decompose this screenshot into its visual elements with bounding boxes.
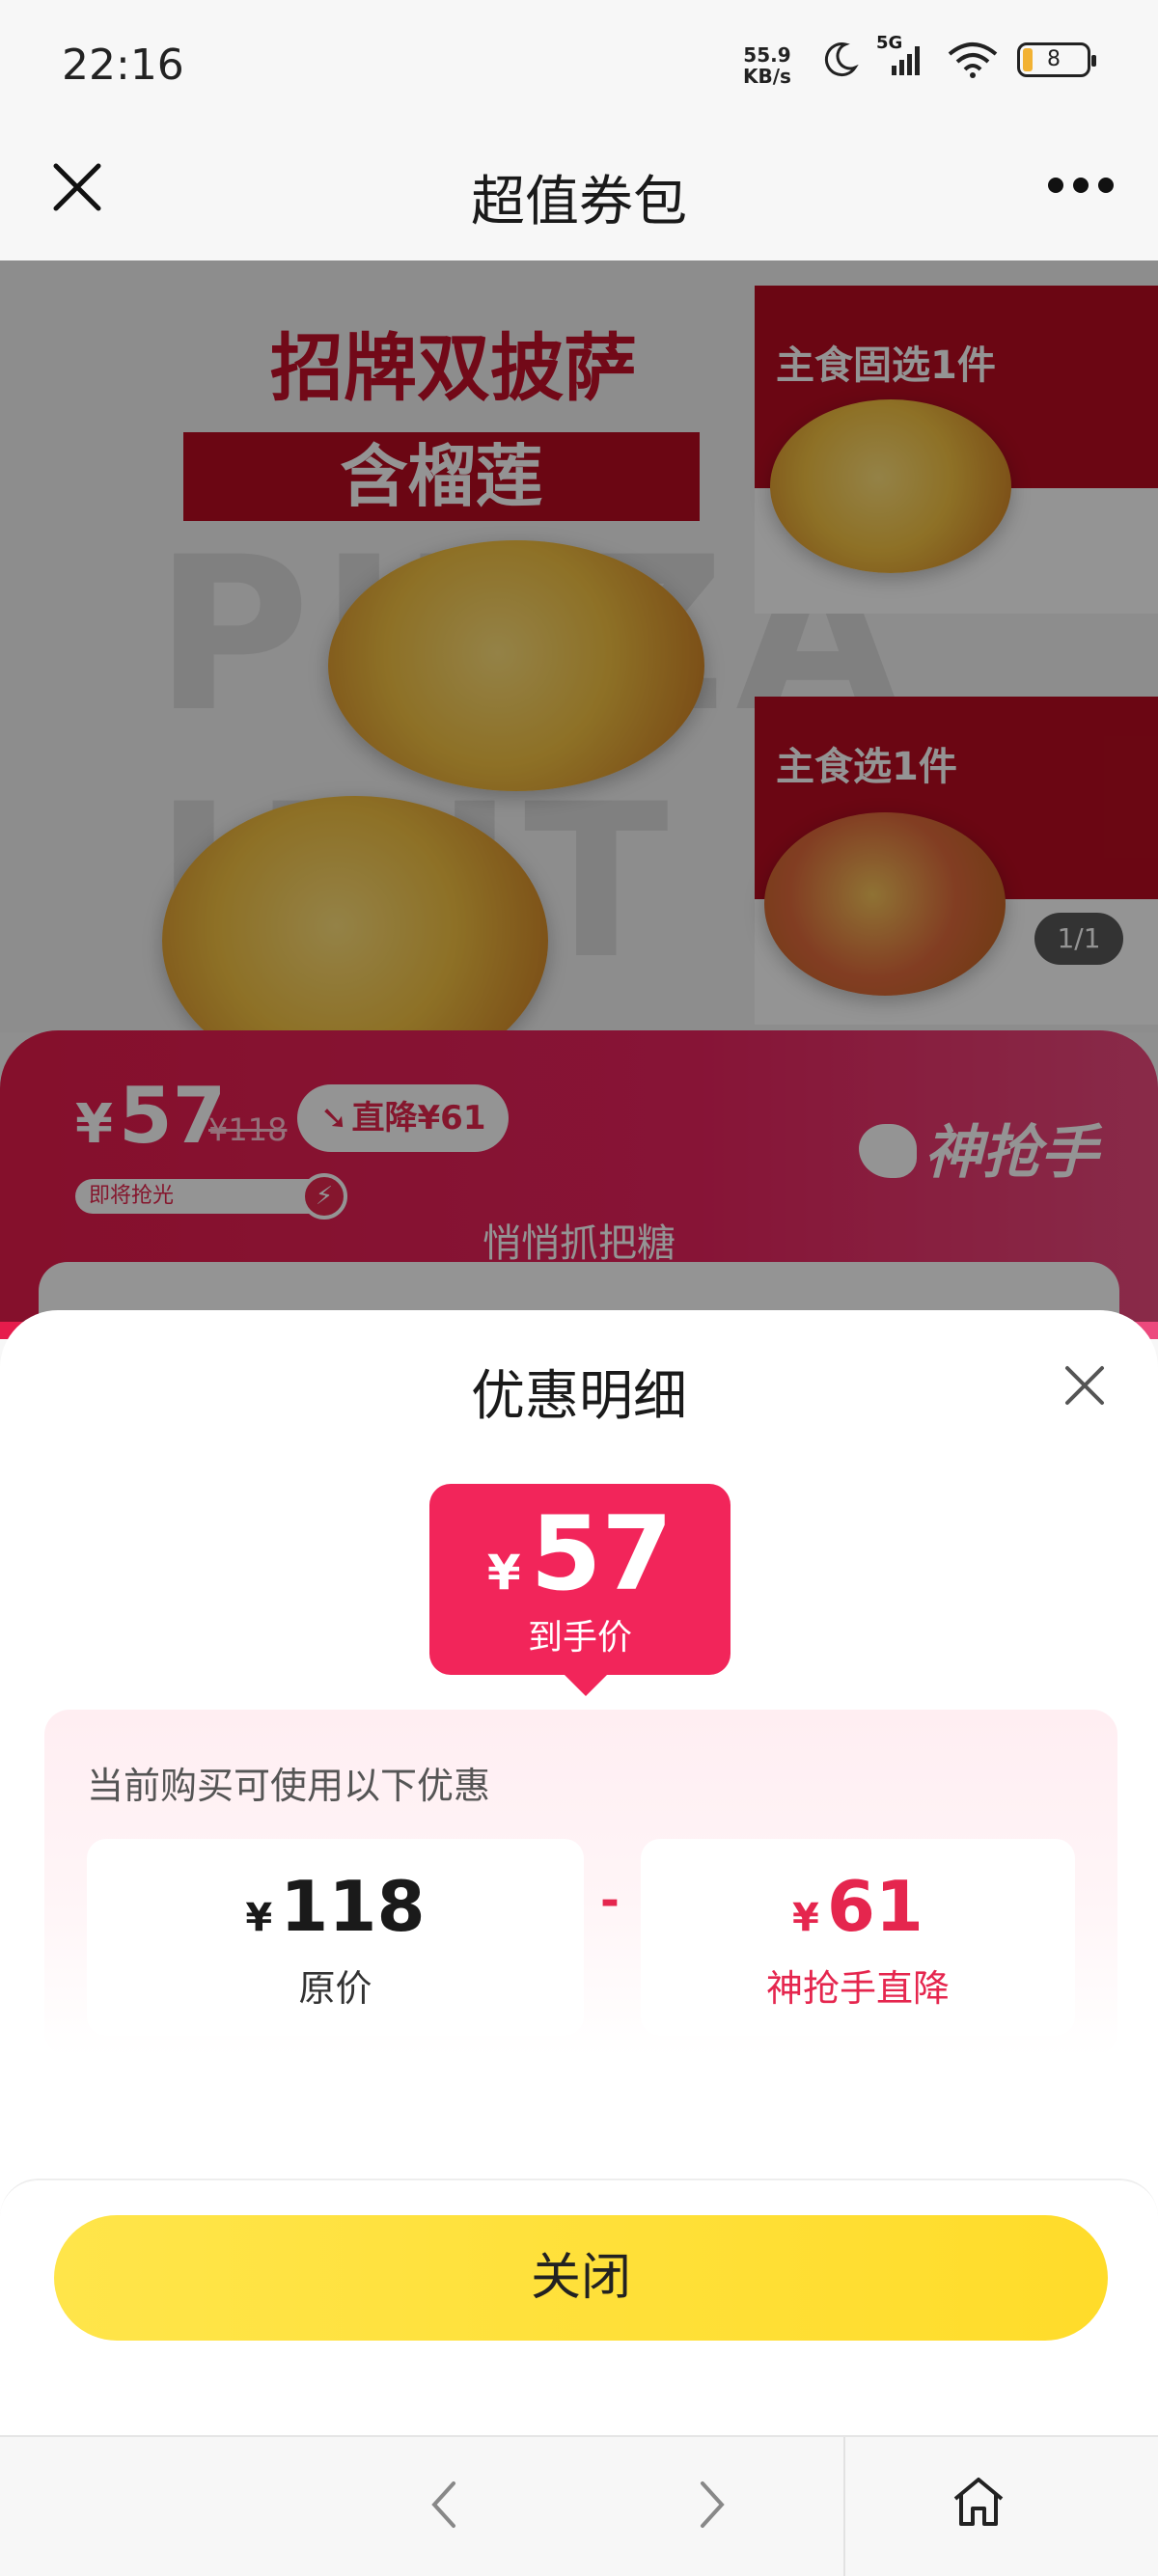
currency-symbol: ¥ [486,1545,521,1601]
minus-sign: - [600,1874,620,1928]
currency-symbol: ¥ [791,1896,819,1940]
signal-indicator: 5G [876,33,928,81]
status-icons: 5G 8 [820,33,1096,81]
forward-arrow-icon[interactable] [691,2476,733,2534]
discount-item: ¥61 神抢手直降 [641,1839,1075,2036]
final-price-badge: ¥57 到手价 [429,1484,731,1696]
item-amount: ¥61 [641,1866,1075,1947]
item-amount-value: 118 [280,1866,426,1947]
final-price-value: 57 [530,1494,674,1613]
discount-hint: 当前购买可使用以下优惠 [87,1765,491,1807]
sheet-footer: 关闭 [0,2179,1158,2468]
network-speed: 55.9 KB/s [743,44,791,87]
back-arrow-icon[interactable] [423,2476,465,2534]
more-icon[interactable] [1048,178,1114,193]
close-icon[interactable] [1062,1362,1108,1409]
moon-icon [824,42,859,77]
currency-symbol: ¥ [245,1896,273,1940]
item-amount: ¥118 [87,1866,584,1947]
battery-icon: 8 [1017,42,1096,77]
sheet-title: 优惠明细 [471,1365,687,1428]
signal-label: 5G [876,33,903,53]
network-speed-value: 55.9 [743,43,791,67]
browser-nav-bar [0,2435,1158,2576]
status-bar: 22:16 55.9 KB/s 5G 8 [0,0,1158,135]
close-button[interactable]: 关闭 [54,2215,1108,2341]
nav-divider [843,2437,845,2576]
final-price-label: 到手价 [527,1618,632,1658]
modal-overlay[interactable] [0,260,1158,1322]
home-icon[interactable] [950,2472,1007,2530]
wifi-icon [948,42,998,78]
item-amount-value: 61 [826,1866,924,1947]
original-price-item: ¥118 原价 [87,1839,584,2036]
clock: 22:16 [62,41,184,90]
item-label: 神抢手直降 [765,1967,950,2010]
discount-detail-sheet: 优惠明细 ¥57 到手价 当前购买可使用以下优惠 ¥118 原价 - ¥61 神… [0,1310,1158,2576]
final-price: ¥57 [429,1501,731,1626]
page-title: 超值券包 [471,171,687,233]
battery-level: 8 [1047,47,1061,71]
item-label: 原价 [298,1967,372,2010]
discount-box: 当前购买可使用以下优惠 ¥118 原价 - ¥61 神抢手直降 [44,1710,1117,2057]
network-speed-unit: KB/s [743,65,791,88]
title-bar: 超值券包 [0,135,1158,260]
